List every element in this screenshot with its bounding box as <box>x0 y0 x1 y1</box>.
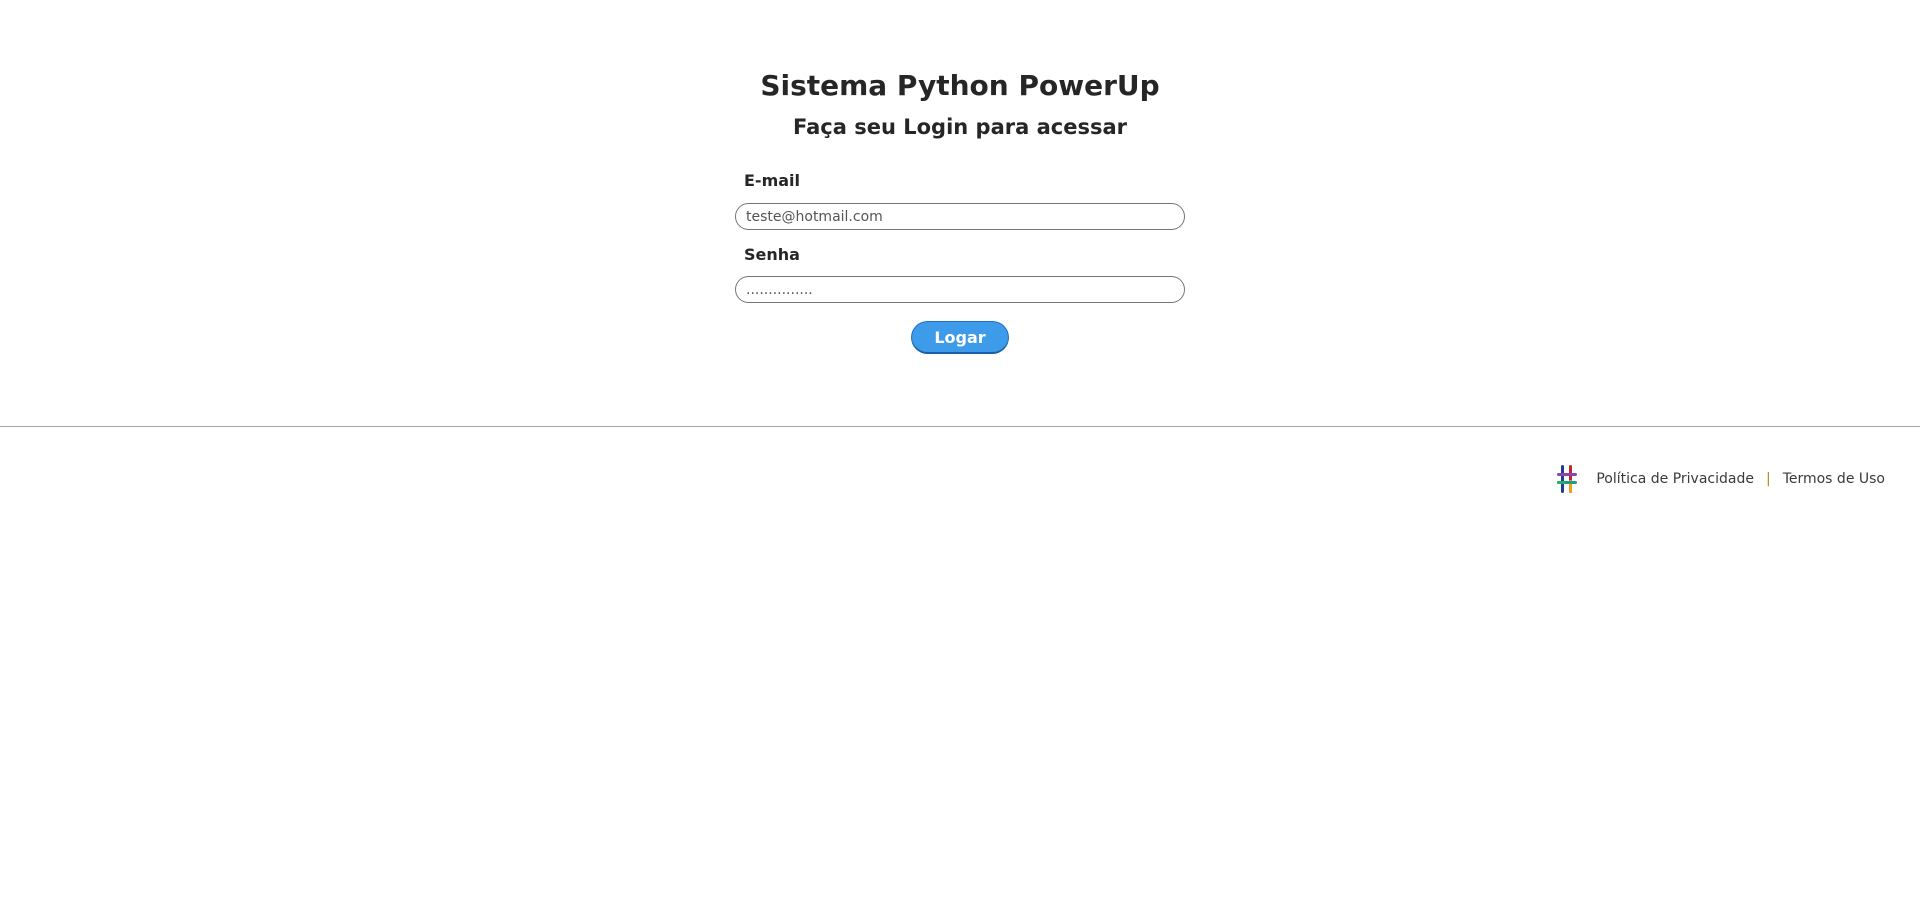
page-subtitle: Faça seu Login para acessar <box>793 115 1127 139</box>
page-title: Sistema Python PowerUp <box>760 69 1160 102</box>
terms-of-use-link[interactable]: Termos de Uso <box>1783 471 1885 487</box>
login-button[interactable]: Logar <box>911 321 1009 354</box>
email-field[interactable] <box>735 203 1185 230</box>
footer: Política de Privacidade | Termos de Uso <box>1556 464 1885 494</box>
password-label: Senha <box>744 245 800 264</box>
password-field[interactable] <box>735 276 1185 303</box>
hashtag-logo-icon <box>1557 465 1578 493</box>
footer-divider <box>0 426 1920 427</box>
privacy-policy-link[interactable]: Política de Privacidade <box>1596 471 1754 487</box>
email-label: E-mail <box>744 171 801 190</box>
footer-separator: | <box>1765 471 1771 487</box>
